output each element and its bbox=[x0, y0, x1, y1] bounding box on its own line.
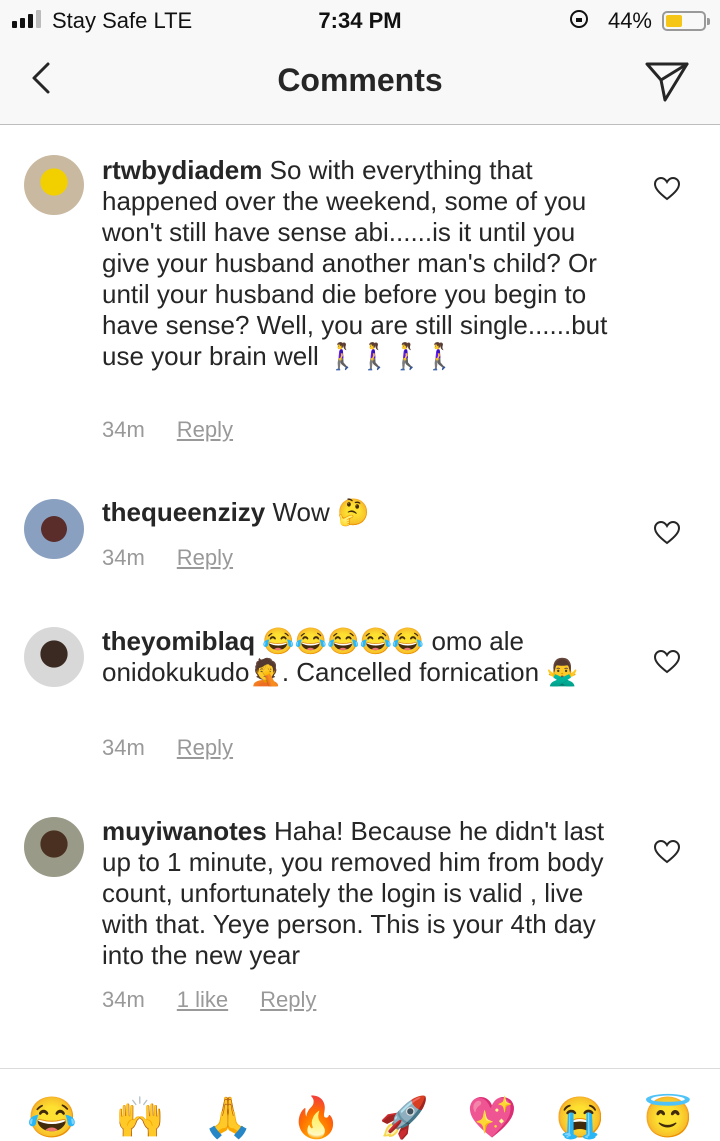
comment-meta: 34m Reply bbox=[102, 545, 233, 571]
emoji-button[interactable]: 😭 bbox=[552, 1095, 608, 1141]
nav-bar: Comments bbox=[0, 40, 720, 125]
status-bar: Stay Safe LTE 7:34 PM 44% bbox=[0, 0, 720, 40]
heart-icon[interactable] bbox=[654, 177, 680, 201]
reply-button[interactable]: Reply bbox=[177, 417, 233, 443]
comment-text: theyomiblaq 😂😂😂😂😂 omo ale onidokukudo🤦. … bbox=[102, 626, 622, 688]
comment-body: So with everything that happened over th… bbox=[102, 155, 608, 371]
emoji-button[interactable]: 💖 bbox=[464, 1095, 520, 1141]
comment-text: thequeenzizy Wow 🤔 bbox=[102, 497, 622, 528]
comment-text: rtwbydiadem So with everything that happ… bbox=[102, 155, 622, 372]
avatar[interactable] bbox=[24, 155, 84, 215]
comment-body: Wow 🤔 bbox=[265, 497, 370, 527]
reply-button[interactable]: Reply bbox=[260, 987, 316, 1013]
comment-time: 34m bbox=[102, 735, 145, 760]
paper-plane-icon[interactable] bbox=[644, 58, 690, 104]
comment-time: 34m bbox=[102, 417, 145, 442]
emoji-button[interactable]: 😂 bbox=[24, 1095, 80, 1141]
comment-meta: 34m Reply bbox=[102, 735, 233, 761]
comment-username[interactable]: rtwbydiadem bbox=[102, 155, 262, 185]
comment-username[interactable]: theyomiblaq bbox=[102, 626, 255, 656]
reply-button[interactable]: Reply bbox=[177, 735, 233, 761]
comment-username[interactable]: muyiwanotes bbox=[102, 816, 267, 846]
battery-percent: 44% bbox=[607, 8, 652, 33]
emoji-button[interactable]: 🙏 bbox=[200, 1095, 256, 1141]
emoji-button[interactable]: 🙌 bbox=[112, 1095, 168, 1141]
heart-icon[interactable] bbox=[654, 521, 680, 545]
emoji-button[interactable]: 🔥 bbox=[288, 1095, 344, 1141]
rotation-lock-icon bbox=[570, 10, 588, 28]
reply-button[interactable]: Reply bbox=[177, 545, 233, 571]
battery-icon bbox=[662, 11, 710, 31]
comment-text: muyiwanotes Haha! Because he didn't last… bbox=[102, 816, 622, 971]
avatar[interactable] bbox=[24, 817, 84, 877]
avatar[interactable] bbox=[24, 499, 84, 559]
comment-time: 34m bbox=[102, 545, 145, 570]
comment-time: 34m bbox=[102, 987, 145, 1012]
emoji-button[interactable]: 😇 bbox=[640, 1095, 696, 1141]
comment-meta: 34m 1 like Reply bbox=[102, 987, 316, 1013]
comment-username[interactable]: thequeenzizy bbox=[102, 497, 265, 527]
likes-count[interactable]: 1 like bbox=[177, 987, 228, 1013]
comment-meta: 34m Reply bbox=[102, 417, 233, 443]
emoji-button[interactable]: 🚀 bbox=[376, 1095, 432, 1141]
page-title: Comments bbox=[277, 62, 443, 98]
heart-icon[interactable] bbox=[654, 650, 680, 674]
avatar[interactable] bbox=[24, 627, 84, 687]
heart-icon[interactable] bbox=[654, 840, 680, 864]
emoji-quick-bar: 😂 🙌 🙏 🔥 🚀 💖 😭 😇 bbox=[0, 1068, 720, 1140]
